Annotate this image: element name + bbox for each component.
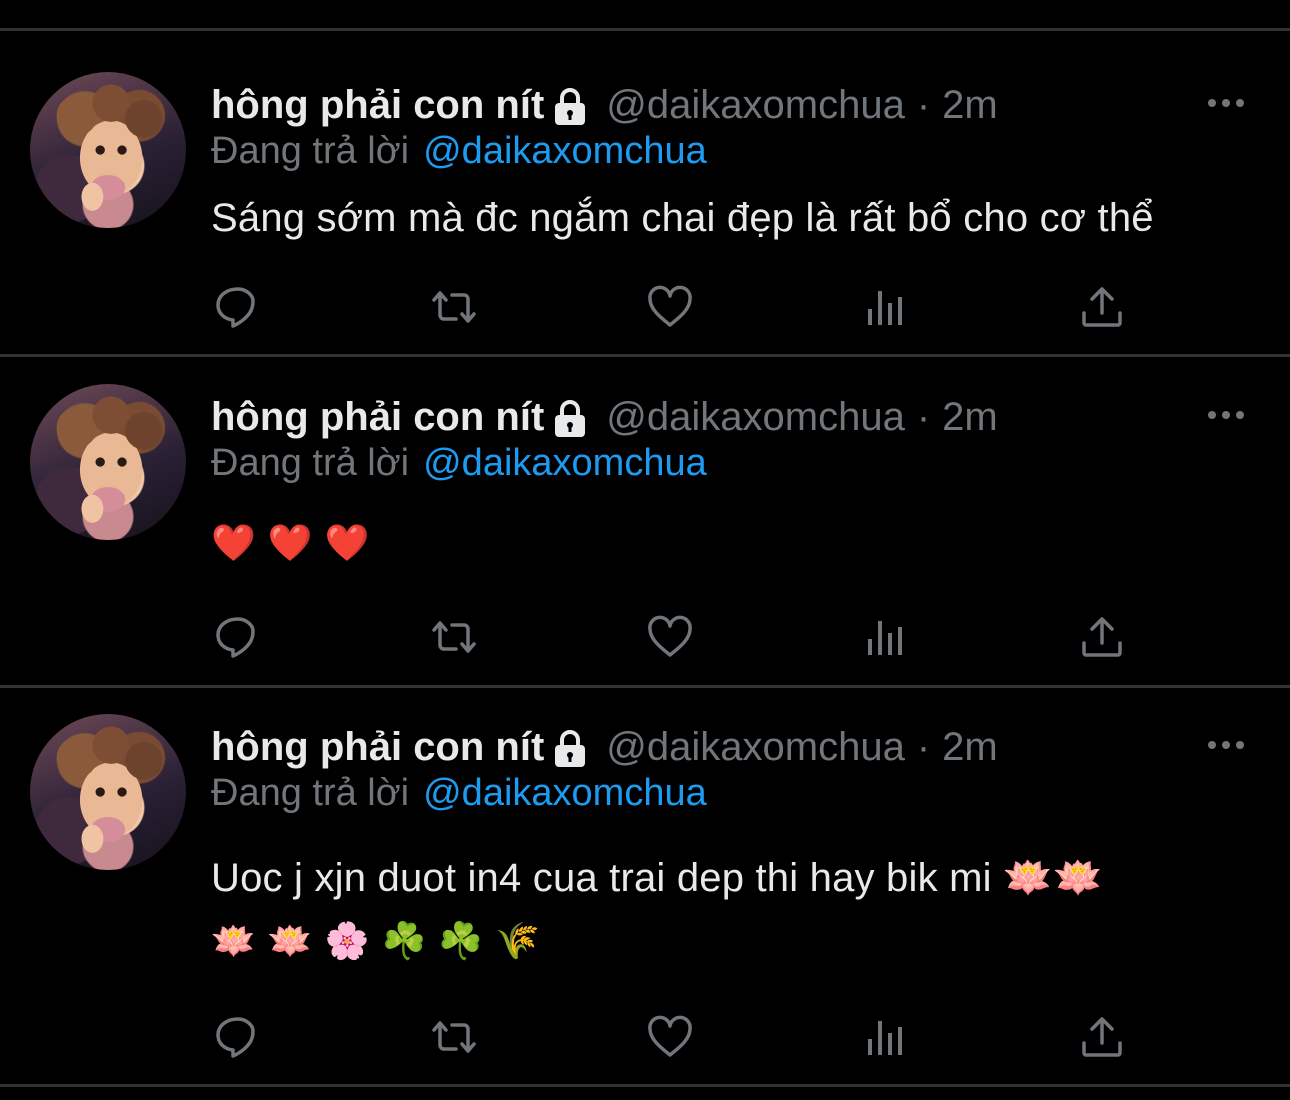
views-icon[interactable]: [861, 282, 911, 332]
more-icon[interactable]: [1206, 408, 1246, 422]
separator: ·: [916, 394, 931, 439]
timestamp[interactable]: 2m: [942, 725, 998, 770]
avatar[interactable]: [30, 714, 186, 870]
action-bar: [211, 282, 1131, 332]
retweet-icon[interactable]: [429, 1012, 479, 1062]
avatar-image: [56, 84, 163, 211]
divider: [0, 685, 1290, 688]
reply-handle-link[interactable]: @daikaxomchua: [423, 772, 707, 814]
tweet-header: hông phải con nít @daikaxomchua · 2m: [211, 80, 998, 130]
timestamp[interactable]: 2m: [942, 83, 998, 128]
replying-to: Đang trả lời @daikaxomchua: [211, 442, 707, 485]
action-bar: [211, 612, 1131, 662]
timeline: hông phải con nít @daikaxomchua · 2m Đan…: [0, 0, 1290, 1100]
user-handle[interactable]: @daikaxomchua: [606, 395, 905, 440]
share-icon[interactable]: [1077, 1012, 1127, 1062]
user-handle[interactable]: @daikaxomchua: [606, 83, 905, 128]
reply-icon[interactable]: [213, 282, 263, 332]
lock-icon: [552, 87, 588, 127]
tweet-text: ❤️❤️❤️: [211, 522, 382, 563]
timestamp[interactable]: 2m: [942, 395, 998, 440]
avatar-image: [56, 726, 163, 853]
heart-icon[interactable]: [645, 612, 695, 662]
separator: ·: [916, 724, 931, 769]
lock-icon: [552, 729, 588, 769]
more-icon[interactable]: [1206, 96, 1246, 110]
reply-handle-link[interactable]: @daikaxomchua: [423, 442, 707, 484]
avatar-image: [56, 396, 163, 523]
reply-prefix: Đang trả lời: [211, 442, 410, 484]
divider: [0, 1084, 1290, 1087]
divider: [0, 354, 1290, 357]
heart-icon[interactable]: [645, 282, 695, 332]
tweet-text: Uoc j xjn duot in4 cua trai dep thi hay …: [211, 856, 1104, 900]
views-icon[interactable]: [861, 612, 911, 662]
views-icon[interactable]: [861, 1012, 911, 1062]
user-handle[interactable]: @daikaxomchua: [606, 725, 905, 770]
share-icon[interactable]: [1077, 612, 1127, 662]
action-bar: [211, 1012, 1131, 1062]
reply-icon[interactable]: [213, 612, 263, 662]
share-icon[interactable]: [1077, 282, 1127, 332]
lock-icon: [552, 399, 588, 439]
retweet-icon[interactable]: [429, 612, 479, 662]
display-name[interactable]: hông phải con nít: [211, 725, 544, 770]
replying-to: Đang trả lời @daikaxomchua: [211, 130, 707, 173]
retweet-icon[interactable]: [429, 282, 479, 332]
tweet-header: hông phải con nít @daikaxomchua · 2m: [211, 392, 998, 442]
heart-icon[interactable]: [645, 1012, 695, 1062]
reply-icon[interactable]: [213, 1012, 263, 1062]
tweet-text-line-2: 🪷🪷🌸☘️☘️🌾: [211, 920, 552, 961]
avatar[interactable]: [30, 384, 186, 540]
display-name[interactable]: hông phải con nít: [211, 83, 544, 128]
separator: ·: [916, 82, 931, 127]
avatar[interactable]: [30, 72, 186, 228]
reply-prefix: Đang trả lời: [211, 130, 410, 172]
reply-prefix: Đang trả lời: [211, 772, 410, 814]
replying-to: Đang trả lời @daikaxomchua: [211, 772, 707, 815]
reply-handle-link[interactable]: @daikaxomchua: [423, 130, 707, 172]
display-name[interactable]: hông phải con nít: [211, 395, 544, 440]
more-icon[interactable]: [1206, 738, 1246, 752]
tweet-text: Sáng sớm mà đc ngắm chai đẹp là rất bổ c…: [211, 196, 1154, 240]
divider: [0, 28, 1290, 31]
tweet-header: hông phải con nít @daikaxomchua · 2m: [211, 722, 998, 772]
